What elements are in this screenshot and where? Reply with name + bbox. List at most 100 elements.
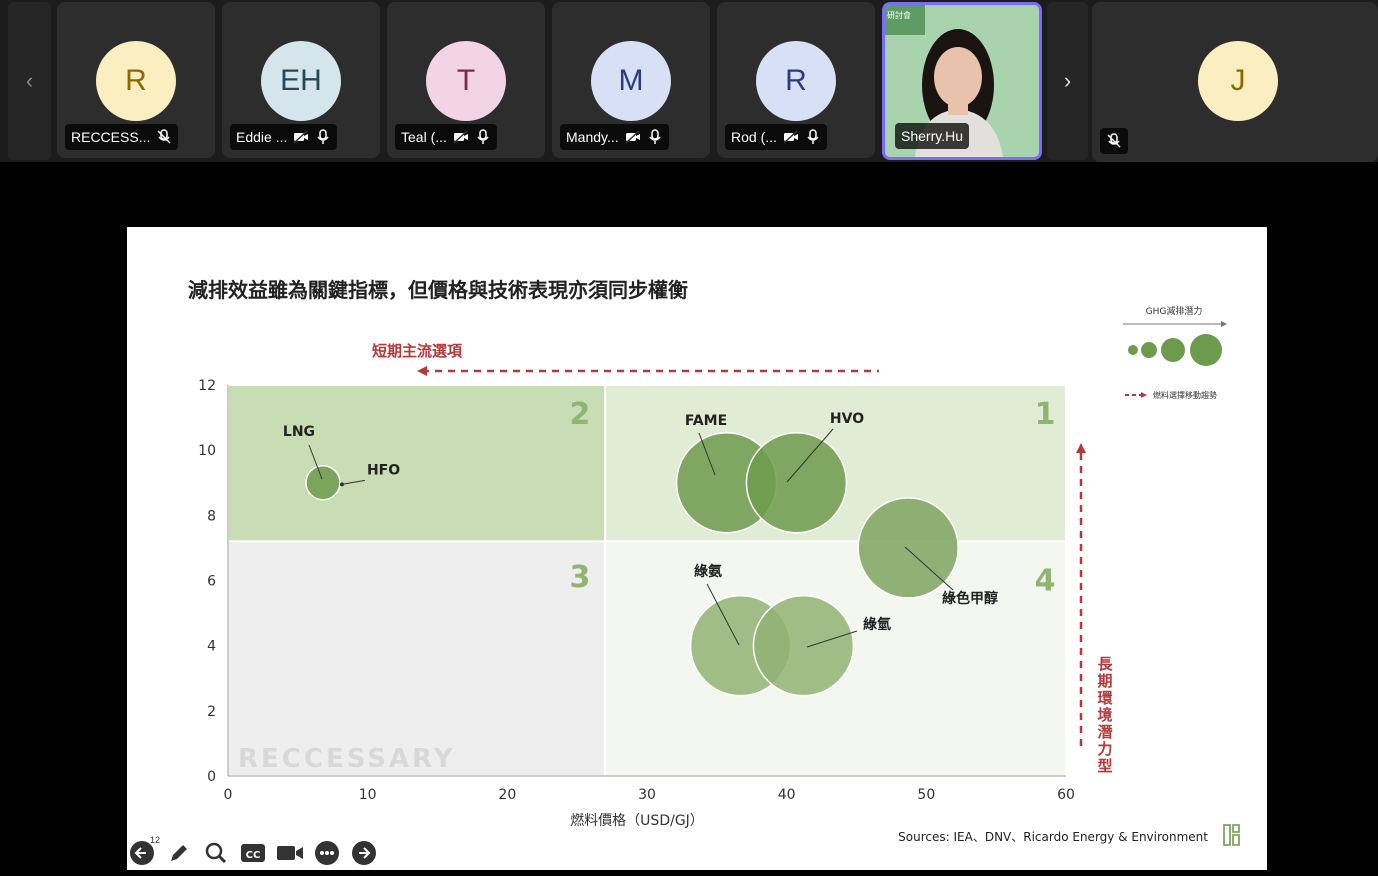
long-term-label-char: 潛 [1097, 723, 1112, 741]
avatar-initials: T [456, 64, 476, 97]
annotation-label: HFO [367, 462, 400, 478]
participant-tile[interactable]: R Rod (... [717, 2, 875, 158]
namebar [1100, 128, 1128, 154]
arrow-right-icon [352, 841, 376, 865]
participant-tile[interactable]: R RECCESS... [57, 2, 215, 158]
namebar: Rod (... [725, 124, 827, 150]
more-button[interactable] [313, 839, 341, 867]
participant-tile[interactable]: EH Eddie ... [222, 2, 380, 158]
long-term-arrowhead [1076, 443, 1086, 453]
long-term-label-char: 環 [1097, 689, 1113, 707]
prev-page-button[interactable]: ‹ [8, 2, 51, 160]
namebar: Teal (... [395, 124, 497, 150]
mic-muted-icon [156, 129, 172, 145]
bubble-label: 綠色甲醇 [942, 590, 998, 607]
mic-icon [475, 129, 491, 145]
bubble-label: 綠氨 [694, 563, 722, 580]
next-slide-button[interactable] [350, 839, 378, 867]
quadrant-2 [227, 384, 607, 543]
next-page-button[interactable]: › [1047, 2, 1088, 160]
active-speaker-tile[interactable]: 研討會 Sherry.Hu [882, 2, 1042, 160]
pen-icon [171, 845, 187, 861]
avatar-initials: EH [280, 64, 322, 97]
quadrant-label-1: 1 [1035, 397, 1056, 432]
bubble-label: FAME [685, 413, 727, 429]
camera-off-icon [293, 129, 309, 145]
bubble-綠色甲醇 [857, 497, 959, 599]
participant-tile-j[interactable]: J [1092, 2, 1378, 162]
quadrant-label-3: 3 [570, 560, 591, 595]
legend-bubble [1161, 338, 1185, 362]
mic-muted-icon [1106, 133, 1122, 149]
y-tick-label: 12 [198, 378, 216, 394]
long-term-label-char: 期 [1097, 672, 1112, 690]
camera-off-icon [625, 129, 641, 145]
zoom-button[interactable] [202, 839, 230, 867]
pen-button[interactable] [165, 839, 193, 867]
sources-text: Sources: IEA、DNV、Ricardo Energy & Enviro… [898, 830, 1208, 844]
slide-toolbar: 12 CC [128, 835, 378, 870]
speaker-name: Sherry.Hu [901, 128, 963, 144]
x-tick-label: 20 [498, 787, 516, 803]
bubble-chart: 減排效益雖為關鍵指標，但價格與技術表現亦須同步權衡123 4RECCESSARY0… [188, 278, 1240, 846]
banner-text: 研討會 [887, 10, 911, 20]
legend-arrowhead [1221, 321, 1227, 327]
svg-text:CC: CC [246, 850, 261, 861]
x-axis-label: 燃料價格（USD/GJ） [570, 812, 704, 829]
mic-icon [805, 129, 821, 145]
long-term-label-char: 境 [1097, 706, 1112, 724]
quadrant-3 [227, 540, 607, 777]
avatar-initials: R [125, 64, 147, 97]
participant-tile[interactable]: M Mandy... [552, 2, 710, 158]
captions-button[interactable]: CC [239, 839, 267, 867]
slide-title: 減排效益雖為關鍵指標，但價格與技術表現亦須同步權衡 [188, 278, 688, 302]
y-tick-label: 2 [207, 704, 216, 720]
prev-slide-button[interactable]: 12 [128, 835, 160, 867]
y-tick-label: 6 [207, 574, 216, 590]
speaker-namebar: Sherry.Hu [895, 123, 969, 149]
legend-title: GHG減排潛力 [1146, 305, 1203, 317]
cc-icon: CC [241, 844, 265, 862]
bubble-label: HVO [830, 411, 864, 427]
participant-name: Eddie ... [236, 129, 288, 145]
x-tick-label: 10 [359, 787, 377, 803]
bubble-HVO [745, 432, 848, 534]
mic-icon [315, 129, 331, 145]
avatar: R [96, 41, 176, 121]
legend-bubble [1190, 334, 1222, 366]
y-tick-label: 0 [207, 769, 216, 785]
shared-slide: 減排效益雖為關鍵指標，但價格與技術表現亦須同步權衡 1 2 3 4 RECCESSARY 0… [127, 227, 1267, 870]
watermark: RECCESSARY [238, 744, 456, 774]
namebar: RECCESS... [65, 124, 179, 150]
short-term-arrowhead [417, 366, 427, 376]
x-tick-label: 50 [917, 787, 935, 803]
avatar: T [426, 41, 506, 121]
page-badge: 12 [149, 835, 160, 845]
namebar: Eddie ... [230, 124, 338, 150]
participant-tile[interactable]: T Teal (... [387, 2, 545, 158]
mic-icon [647, 129, 663, 145]
legend-trend-head [1141, 392, 1147, 398]
bubble-label: LNG [283, 424, 315, 440]
magnifier-icon [205, 842, 227, 864]
x-tick-label: 60 [1057, 787, 1075, 803]
participant-strip: ‹ R RECCESS... EH Eddie ... T Teal (... M Mandy… [0, 0, 1378, 174]
avatar: R [756, 41, 836, 121]
x-tick-label: 30 [638, 787, 656, 803]
long-term-label-char: 長 [1097, 655, 1113, 673]
camera-button[interactable] [276, 839, 304, 867]
logo [1223, 824, 1240, 846]
logo-stroke [1232, 824, 1240, 833]
chevron-right-icon: › [1063, 68, 1072, 93]
namebar: Mandy... [560, 124, 669, 150]
participant-name: RECCESS... [71, 129, 151, 145]
legend-bubble [1128, 345, 1138, 355]
bubble-LNG [305, 465, 341, 501]
x-tick-label: 0 [224, 787, 233, 803]
camera-off-icon [783, 129, 799, 145]
camera-off-icon [453, 129, 469, 145]
long-term-label-char: 力 [1097, 740, 1112, 758]
avatar: J [1198, 41, 1278, 121]
participant-name: Rod (... [731, 129, 777, 145]
y-tick-label: 8 [207, 508, 216, 524]
